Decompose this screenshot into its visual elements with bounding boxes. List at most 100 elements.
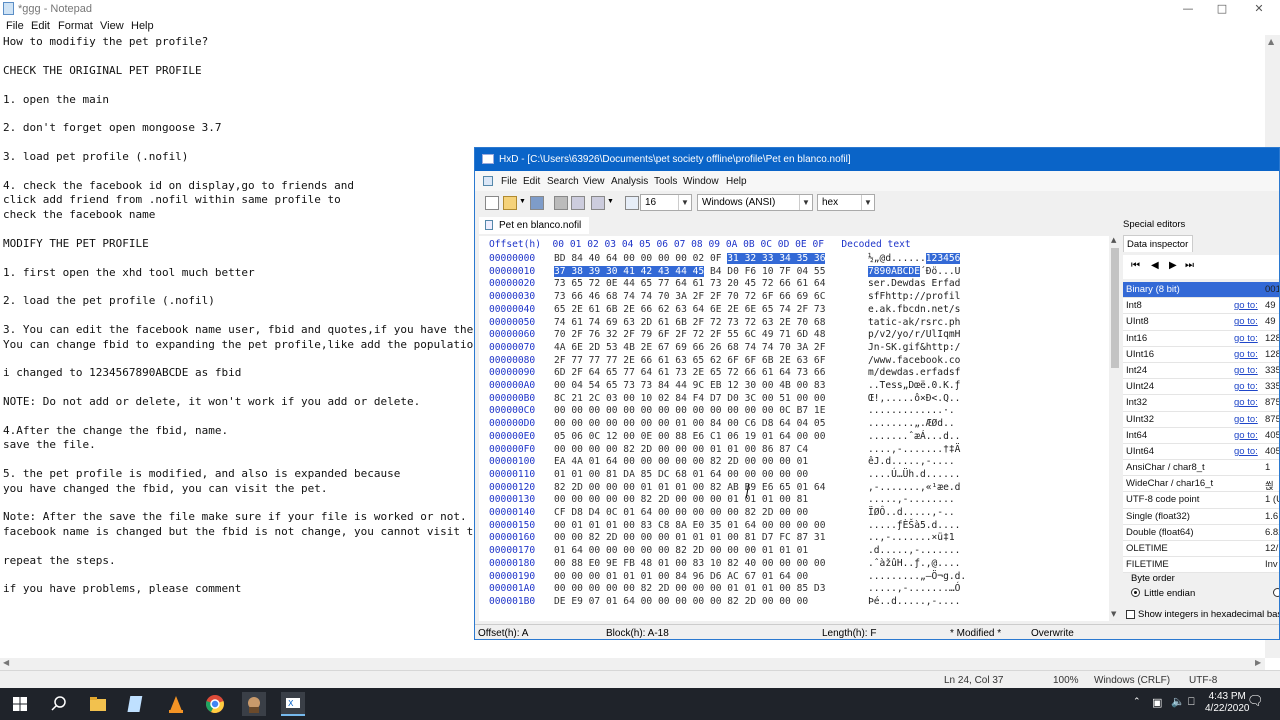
decoded-text[interactable]: ½„@d......123456 [868, 253, 961, 266]
inspector-value[interactable]: 335 [1265, 381, 1279, 392]
decoded-text[interactable]: .............·. [868, 405, 955, 418]
menu-help[interactable]: Help [131, 20, 154, 32]
decoded-text[interactable]: 7890ABCDE´Ðö...U [868, 265, 960, 279]
save-all-icon[interactable] [571, 196, 585, 210]
chevron-up-icon[interactable]: ⌃ [1133, 697, 1141, 707]
volume-icon[interactable]: 🔈 [1171, 695, 1185, 708]
inspector-value[interactable]: 6.82 [1265, 527, 1279, 538]
inspector-value[interactable]: 001 [1265, 284, 1279, 295]
data-inspector-row[interactable]: UInt64 go to: 405 [1123, 443, 1279, 461]
hex-bytes[interactable]: 37 38 39 30 41 42 43 44 45 B4 D0 F6 10 7… [554, 265, 825, 279]
inspector-value[interactable]: 12/ [1265, 543, 1278, 554]
hxd-taskbar-icon[interactable]: X [281, 692, 305, 716]
decoded-text[interactable]: ÏØÔ..d.....‚-.. [868, 507, 955, 520]
decoded-text[interactable]: .......ˆæÁ...d.. [868, 431, 960, 444]
start-windows-icon[interactable] [8, 692, 32, 716]
hxd-menu-file[interactable]: File [501, 176, 517, 187]
export-dropdown-icon[interactable]: ▼ [607, 198, 614, 205]
inspector-value[interactable]: 1 (U [1265, 494, 1279, 505]
data-inspector-row[interactable]: UInt16 go to: 128 [1123, 346, 1279, 363]
decoded-text[interactable]: Þé..d.....‚-.... [868, 596, 960, 609]
decoded-text[interactable]: .........„–Ö¬g.d. [868, 571, 966, 584]
inspector-value[interactable]: 쐱 [1265, 478, 1274, 492]
hex-bytes[interactable]: 00 00 00 01 01 01 00 84 96 D6 AC 67 01 6… [554, 571, 808, 584]
scroll-right-icon[interactable]: ▶ [1255, 658, 1261, 667]
hex-bytes[interactable]: 00 00 00 00 00 82 2D 00 00 00 01 01 01 0… [554, 583, 825, 596]
chrome-icon[interactable] [203, 692, 227, 716]
hxd-menu-view[interactable]: View [583, 176, 605, 187]
inspector-goto-link[interactable]: go to: [1234, 349, 1258, 360]
data-inspector-row[interactable]: Int16 go to: 128 [1123, 330, 1279, 347]
decoded-text[interactable]: ..‚-.......×ü‡1 [868, 532, 955, 545]
hex-bytes[interactable]: 73 66 46 68 74 74 70 3A 2F 2F 70 72 6F 6… [554, 291, 825, 304]
decoded-text[interactable]: ‚-.......‚«¹æe.d [868, 482, 960, 495]
show-hex-checkbox[interactable] [1126, 610, 1135, 619]
hex-bytes[interactable]: 74 61 74 69 63 2D 61 6B 2F 72 73 72 63 2… [554, 317, 825, 330]
data-inspector-row[interactable]: UInt8 go to: 49 [1123, 314, 1279, 331]
data-inspector-row[interactable]: Int24 go to: 335 [1123, 362, 1279, 380]
hex-editor-view[interactable]: Offset(h) 00 01 02 03 04 05 06 07 08 09 … [479, 236, 1110, 621]
decoded-text[interactable]: tatic-ak/rsrc.ph [868, 317, 960, 330]
menu-view[interactable]: View [100, 20, 124, 32]
hex-bytes[interactable]: 00 00 82 2D 00 00 00 01 01 01 00 81 D7 F… [554, 532, 825, 545]
hex-bytes[interactable]: 00 01 01 01 00 83 C8 8A E0 35 01 64 00 0… [554, 520, 825, 533]
hxd-menu-edit[interactable]: Edit [523, 176, 540, 187]
game-app-icon[interactable] [242, 692, 266, 716]
decoded-text[interactable]: Jn-SK.gif&http:/ [868, 342, 960, 355]
hex-bytes[interactable]: 8C 21 2C 03 00 10 02 84 F4 D7 D0 3C 00 5… [554, 393, 825, 406]
hex-bytes[interactable]: BD 84 40 64 00 00 00 00 02 0F 31 32 33 3… [554, 253, 826, 266]
scroll-left-icon[interactable]: ◀ [3, 658, 9, 667]
hex-bytes[interactable]: 00 00 00 00 82 2D 00 00 00 01 01 00 86 8… [554, 444, 808, 457]
data-inspector-row[interactable]: Int8 go to: 49 [1123, 298, 1279, 315]
save-icon[interactable] [530, 196, 544, 210]
hex-bytes[interactable]: 05 06 0C 12 00 0E 00 88 E6 C1 06 19 01 6… [554, 431, 825, 444]
inspector-value[interactable]: 405 [1265, 446, 1279, 457]
hxd-menu-analysis[interactable]: Analysis [611, 176, 648, 187]
decoded-text[interactable]: .d.....‚-....... [868, 545, 960, 558]
hex-bytes[interactable]: 4A 6E 2D 53 4B 2E 67 69 66 26 68 74 74 7… [554, 342, 825, 355]
decoded-text[interactable]: êJ.d.....‚-.... [868, 456, 955, 469]
data-inspector-row[interactable]: AnsiChar / char8_t 1 [1123, 460, 1279, 477]
menu-format[interactable]: Format [58, 20, 93, 32]
inspector-goto-link[interactable]: go to: [1234, 430, 1258, 441]
data-inspector-row[interactable]: Double (float64) 6.82 [1123, 524, 1279, 541]
hex-bytes[interactable]: 00 00 00 00 00 82 2D 00 00 00 01 01 01 0… [554, 494, 808, 507]
hex-bytes[interactable]: 00 00 00 00 00 00 00 00 00 00 00 00 00 0… [554, 405, 825, 418]
decoded-text[interactable]: m/dewdas.erfadsf [868, 367, 960, 380]
data-inspector-row[interactable]: OLETIME 12/ [1123, 541, 1279, 558]
last-icon[interactable]: ⏭ [1185, 260, 1194, 271]
decoded-text[interactable]: .....‚-........ [868, 494, 955, 507]
inspector-goto-link[interactable]: go to: [1234, 381, 1258, 392]
inspector-goto-link[interactable]: go to: [1234, 316, 1258, 327]
file-explorer-icon[interactable] [86, 692, 110, 716]
hex-bytes[interactable]: EA 4A 01 64 00 00 00 00 00 82 2D 00 00 0… [554, 456, 808, 469]
next-icon[interactable]: ▶ [1169, 260, 1177, 271]
inspector-value[interactable]: 1.6 [1265, 511, 1278, 522]
inspector-value[interactable]: 1 [1265, 462, 1270, 473]
inspector-goto-link[interactable]: go to: [1234, 446, 1258, 457]
notification-icon[interactable]: 🗨 [1247, 694, 1264, 709]
decoded-text[interactable]: .ˆàžûH..ƒ.‚@.... [868, 558, 960, 571]
decoded-text[interactable]: Œ!,.....ô×Ð<.Q.. [868, 393, 960, 406]
inspector-value[interactable]: 49 [1265, 300, 1276, 311]
hxd-menu-icon[interactable] [483, 176, 493, 186]
bytes-per-row-select[interactable]: 16 ▼ [640, 194, 692, 211]
decoded-text[interactable]: e.ak.fbcdn.net/s [868, 304, 960, 317]
inspector-value[interactable]: 49 [1265, 316, 1276, 327]
chevron-down-icon[interactable]: ▼ [861, 195, 874, 210]
data-inspector-row[interactable]: FILETIME Inv [1123, 557, 1279, 574]
menu-file[interactable]: File [6, 20, 24, 32]
hex-bytes[interactable]: 00 88 E0 9E FB 48 01 00 83 10 82 40 00 0… [554, 558, 825, 571]
export-icon[interactable] [591, 196, 605, 210]
decoded-text[interactable]: ........„.ÆØd.. [868, 418, 955, 431]
previous-icon[interactable]: ◀ [1151, 260, 1159, 271]
decoded-text[interactable]: p/v2/yo/r/UlIqmH [868, 329, 960, 342]
decoded-text[interactable]: ser.Dewdas Erfad [868, 278, 960, 291]
hex-bytes[interactable]: 73 65 72 0E 44 65 77 64 61 73 20 45 72 6… [554, 278, 825, 291]
inspector-goto-link[interactable]: go to: [1234, 397, 1258, 408]
decoded-text[interactable]: ....‚-.......†‡Ä [868, 444, 960, 457]
scroll-down-icon[interactable]: ▼ [1111, 610, 1116, 618]
inspector-value[interactable]: 405 [1265, 430, 1279, 441]
data-inspector-row[interactable]: Int64 go to: 405 [1123, 427, 1279, 444]
open-folder-icon[interactable] [503, 196, 517, 210]
